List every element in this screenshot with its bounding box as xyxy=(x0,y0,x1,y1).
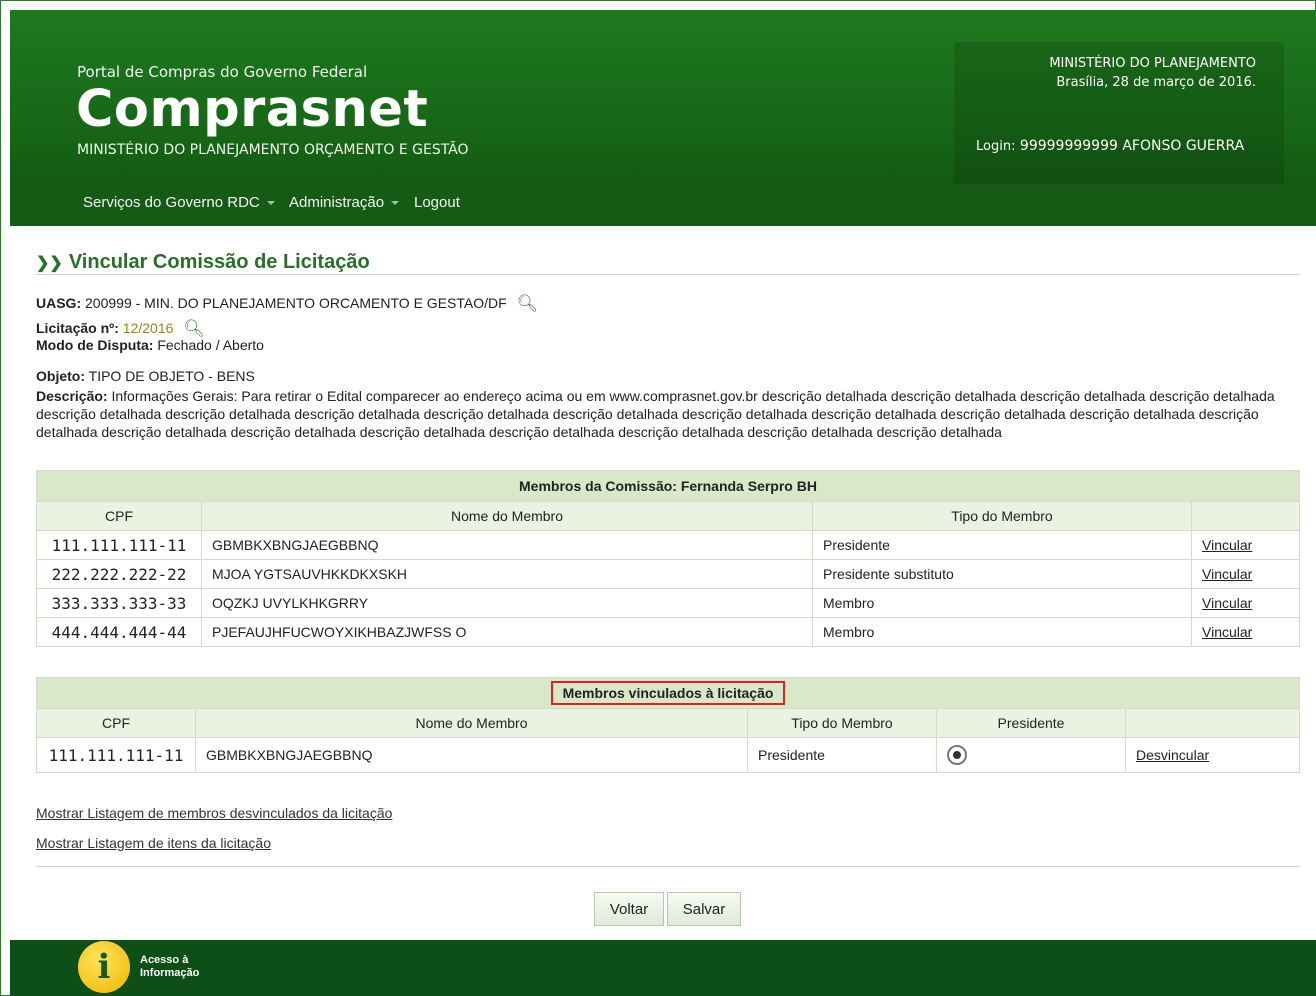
save-button[interactable]: Salvar xyxy=(667,892,741,926)
objeto-value: TIPO DE OBJETO - BENS xyxy=(88,368,255,384)
modo-label: Modo de Disputa: xyxy=(36,337,154,353)
nav-item-servicos[interactable]: Serviços do Governo RDC xyxy=(83,194,275,211)
show-items-link[interactable]: Mostrar Listagem de itens da licitação xyxy=(36,835,271,851)
vincular-link[interactable]: Vincular xyxy=(1202,595,1252,611)
chevron-down-icon xyxy=(266,201,275,206)
type-cell: Presidente xyxy=(812,530,1192,560)
column-header-name: Nome do Membro xyxy=(201,501,813,531)
table-row: 444.444.444-44 PJEFAUJHFUCWOYXIKHBAZJWFS… xyxy=(36,617,1300,647)
column-header-cpf: CPF xyxy=(36,501,202,531)
licitacao-value: 12/2016 xyxy=(122,320,174,336)
table-row: 222.222.222-22 MJOA YGTSAUVHKKDKXSKH Pre… xyxy=(36,559,1300,589)
type-cell: Membro xyxy=(812,588,1192,618)
magnifier-icon[interactable]: 🔍︎ xyxy=(183,319,205,339)
double-chevron-right-icon: ❯❯ xyxy=(36,255,63,272)
acesso-line1: Acesso à xyxy=(140,954,189,966)
licitacao-label: Licitação nº: xyxy=(36,320,119,336)
president-radio[interactable] xyxy=(947,745,967,765)
info-icon[interactable]: i xyxy=(78,941,130,993)
brand-logo[interactable]: Comprasnet xyxy=(76,80,428,139)
table-row: 111.111.111-11 GBMBKXBNGJAEGBBNQ Preside… xyxy=(36,737,1300,773)
info-ministry: MINISTÉRIO DO PLANEJAMENTO xyxy=(1049,56,1256,71)
type-cell: Presidente substituto xyxy=(812,559,1192,589)
page-title-text: Vincular Comissão de Licitação xyxy=(68,251,370,273)
uasg-line: UASG: 200999 - MIN. DO PLANEJAMENTO ORCA… xyxy=(36,294,538,314)
current-date: Brasília, 28 de março de 2016. xyxy=(1056,75,1256,90)
column-header-type: Tipo do Membro xyxy=(747,708,937,738)
column-header-action xyxy=(1191,501,1300,531)
vincular-link[interactable]: Vincular xyxy=(1202,624,1252,640)
cpf-cell: 111.111.111-11 xyxy=(36,737,196,773)
desvincular-link[interactable]: Desvincular xyxy=(1136,747,1209,763)
uasg-label: UASG: xyxy=(36,295,82,311)
name-cell: GBMBKXBNGJAEGBBNQ xyxy=(195,737,748,773)
page-title: ❯❯ Vincular Comissão de Licitação xyxy=(36,251,370,274)
type-cell: Membro xyxy=(812,617,1192,647)
table-caption: Membros vinculados à licitação xyxy=(36,677,1300,709)
objeto-label: Objeto: xyxy=(36,368,85,384)
linked-members-table: Membros vinculados à licitação CPF Nome … xyxy=(36,677,1300,773)
column-header-action xyxy=(1125,708,1300,738)
login-info: Login: 99999999999 AFONSO GUERRA xyxy=(976,138,1244,154)
column-header-type: Tipo do Membro xyxy=(812,501,1192,531)
column-header-cpf: CPF xyxy=(36,708,196,738)
name-cell: MJOA YGTSAUVHKKDKXSKH xyxy=(201,559,813,589)
table-row: 111.111.111-11 GBMBKXBNGJAEGBBNQ Preside… xyxy=(36,530,1300,560)
cpf-cell: 333.333.333-33 xyxy=(36,588,202,618)
portal-subtitle: Portal de Compras do Governo Federal xyxy=(77,63,368,81)
modo-line: Modo de Disputa: Fechado / Aberto xyxy=(36,337,264,353)
uasg-value: 200999 - MIN. DO PLANEJAMENTO ORCAMENTO … xyxy=(85,295,507,311)
title-divider xyxy=(36,274,1300,275)
type-cell: Presidente xyxy=(747,737,937,773)
login-label: Login: xyxy=(976,139,1016,154)
name-cell: OQZKJ UVYLKHKGRRY xyxy=(201,588,813,618)
table-row: 333.333.333-33 OQZKJ UVYLKHKGRRY Membro … xyxy=(36,588,1300,618)
vincular-link[interactable]: Vincular xyxy=(1202,566,1252,582)
cpf-cell: 111.111.111-11 xyxy=(36,530,202,560)
president-cell xyxy=(936,737,1126,773)
ministry-name: MINISTÉRIO DO PLANEJAMENTO ORÇAMENTO E G… xyxy=(77,142,469,158)
login-value: 99999999999 AFONSO GUERRA xyxy=(1019,138,1245,154)
nav-item-logout[interactable]: Logout xyxy=(414,194,460,211)
descricao-value: Informações Gerais: Para retirar o Edita… xyxy=(36,388,1275,440)
objeto-line: Objeto: TIPO DE OBJETO - BENS xyxy=(36,368,255,384)
column-header-president: Presidente xyxy=(936,708,1126,738)
back-button[interactable]: Voltar xyxy=(594,892,664,926)
nav-item-label: Serviços do Governo RDC xyxy=(83,194,260,211)
session-info: MINISTÉRIO DO PLANEJAMENTO Brasília, 28 … xyxy=(1049,54,1256,92)
cpf-cell: 444.444.444-44 xyxy=(36,617,202,647)
nav-item-label: Logout xyxy=(414,194,460,211)
licitacao-line: Licitação nº: 12/2016 🔍︎ xyxy=(36,319,205,339)
chevron-down-icon xyxy=(391,201,400,206)
descricao-label: Descrição: xyxy=(36,388,108,404)
magnifier-icon[interactable]: 🔍︎ xyxy=(517,294,539,314)
linked-caption-highlight: Membros vinculados à licitação xyxy=(550,681,786,705)
column-header-name: Nome do Membro xyxy=(195,708,748,738)
cpf-cell: 222.222.222-22 xyxy=(36,559,202,589)
committee-members-table: Membros da Comissão: Fernanda Serpro BH … xyxy=(36,470,1300,647)
show-unlinked-members-link[interactable]: Mostrar Listagem de membros desvinculado… xyxy=(36,805,392,821)
footer xyxy=(10,940,1316,996)
nav-item-label: Administração xyxy=(289,194,385,211)
acesso-informacao-label[interactable]: Acesso à Informação xyxy=(140,954,199,980)
divider xyxy=(36,866,1300,867)
name-cell: PJEFAUJHFUCWOYXIKHBAZJWFSS O xyxy=(201,617,813,647)
vincular-link[interactable]: Vincular xyxy=(1202,537,1252,553)
acesso-line2: Informação xyxy=(140,967,200,979)
page: Portal de Compras do Governo Federal Com… xyxy=(10,10,1316,996)
descricao-block: Descrição: Informações Gerais: Para reti… xyxy=(36,387,1301,441)
name-cell: GBMBKXBNGJAEGBBNQ xyxy=(201,530,813,560)
nav-item-administracao[interactable]: Administração xyxy=(289,194,400,211)
table-caption: Membros da Comissão: Fernanda Serpro BH xyxy=(36,470,1300,502)
modo-value: Fechado / Aberto xyxy=(157,337,264,353)
